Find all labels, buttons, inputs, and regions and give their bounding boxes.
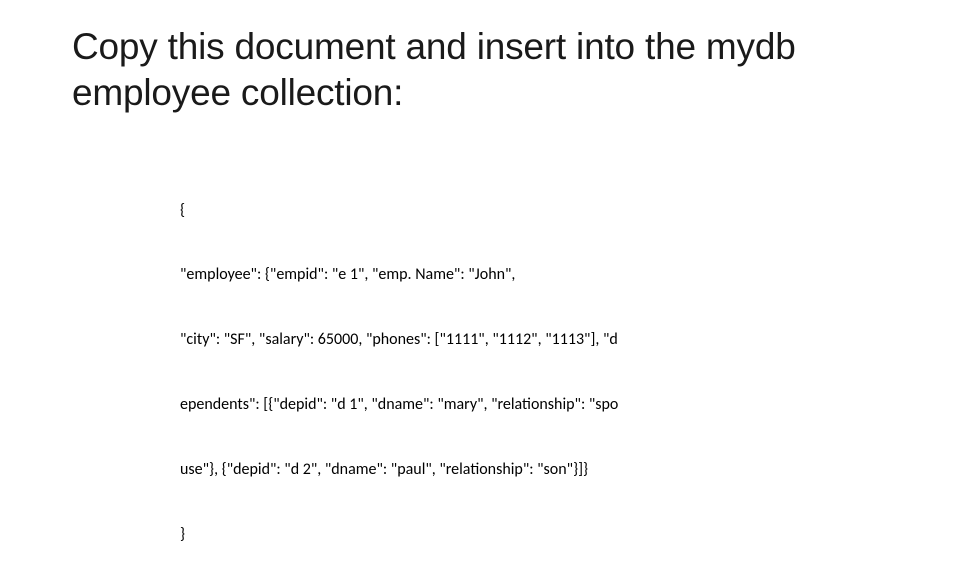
code-line: } — [180, 524, 700, 546]
slide-container: Copy this document and insert into the m… — [0, 0, 960, 588]
code-line: "city": "SF", "salary": 65000, "phones":… — [180, 329, 700, 351]
code-line: "employee": {"empid": "e 1", "emp. Name"… — [180, 264, 700, 286]
code-line: ependents": [{"depid": "d 1", "dname": "… — [180, 394, 700, 416]
code-line: use"}, {"depid": "d 2", "dname": "paul",… — [180, 459, 700, 481]
slide-title: Copy this document and insert into the m… — [72, 24, 888, 117]
code-line: { — [180, 200, 700, 222]
code-block: { "employee": {"empid": "e 1", "emp. Nam… — [180, 157, 700, 588]
